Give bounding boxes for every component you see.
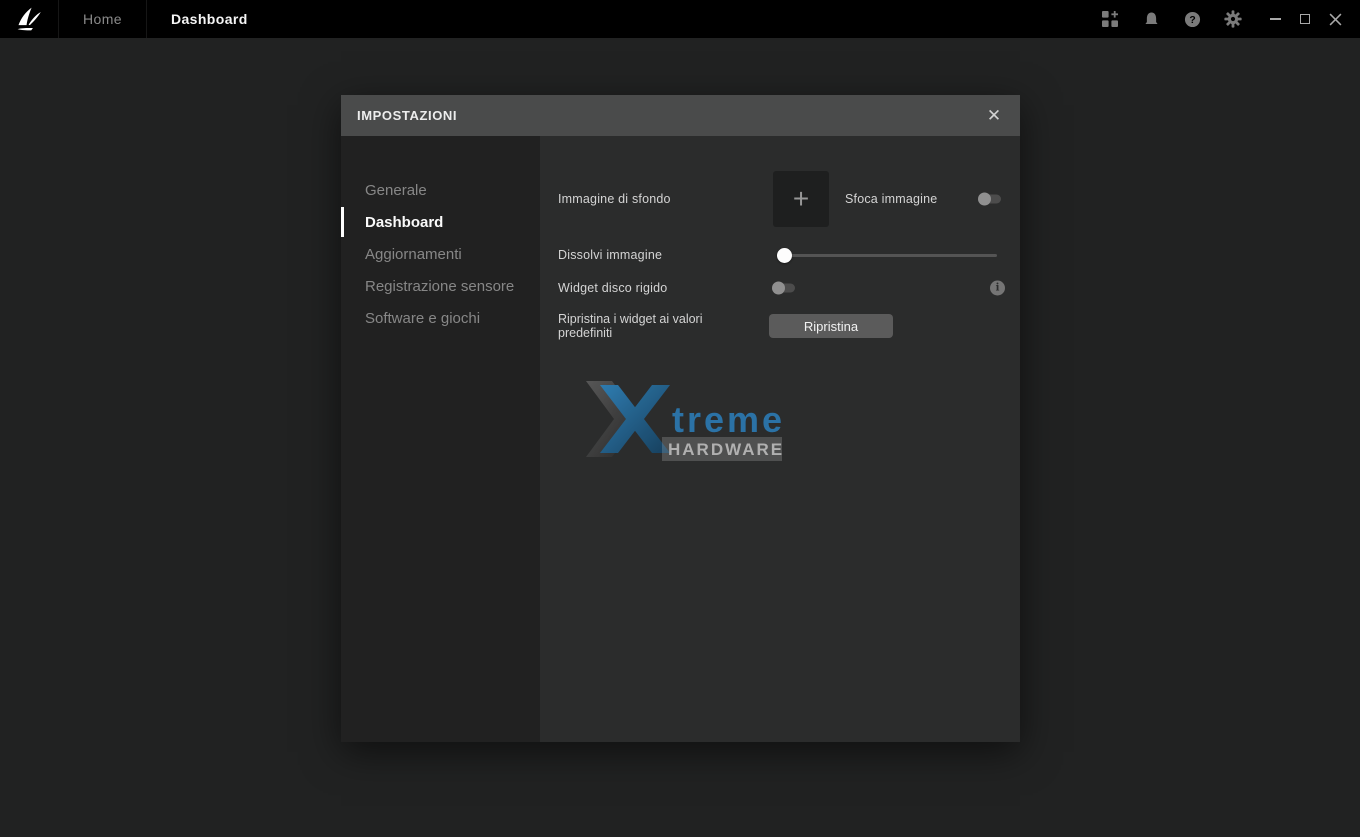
sidebar-item-registrazione-sensore[interactable]: Registrazione sensore [341, 270, 540, 302]
corsair-logo[interactable] [0, 5, 58, 33]
maximize-icon[interactable] [1294, 8, 1316, 30]
window-controls [1264, 8, 1346, 30]
fade-image-slider[interactable] [777, 247, 997, 263]
reset-widgets-label: Ripristina i widget ai valori predefinit… [558, 312, 718, 340]
settings-nav: Generale Dashboard Aggiornamenti Registr… [341, 174, 540, 334]
add-widget-icon[interactable] [1101, 10, 1119, 28]
notifications-bell-icon[interactable] [1142, 10, 1160, 28]
svg-text:?: ? [1189, 15, 1195, 26]
toggle-knob [772, 282, 785, 295]
watermark-hardware-text: HARDWARE [668, 440, 782, 459]
settings-gear-icon[interactable] [1224, 10, 1242, 28]
reset-widgets-button[interactable]: Ripristina [769, 314, 893, 338]
close-window-icon[interactable] [1324, 8, 1346, 30]
dialog-title: IMPOSTAZIONI [357, 108, 457, 123]
hdd-widget-label: Widget disco rigido [558, 281, 667, 295]
app-topbar: Home Dashboard [0, 0, 1360, 38]
watermark-treme-text: treme [672, 399, 782, 440]
dialog-body: Generale Dashboard Aggiornamenti Registr… [341, 136, 1020, 742]
minimize-icon[interactable] [1264, 8, 1286, 30]
slider-track [777, 254, 997, 257]
blur-image-toggle[interactable] [978, 193, 1001, 206]
blur-image-label: Sfoca immagine [845, 192, 937, 206]
background-image-label: Immagine di sfondo [558, 192, 671, 206]
fade-image-label: Dissolvi immagine [558, 248, 662, 262]
tab-dashboard[interactable]: Dashboard [147, 0, 272, 38]
sidebar-item-dashboard[interactable]: Dashboard [341, 206, 540, 238]
sidebar-item-software-e-giochi[interactable]: Software e giochi [341, 302, 540, 334]
xtreme-hardware-watermark: treme HARDWARE [578, 377, 782, 462]
sidebar-item-aggiornamenti[interactable]: Aggiornamenti [341, 238, 540, 270]
dialog-close-icon[interactable]: ✕ [978, 95, 1010, 136]
settings-sidebar: Generale Dashboard Aggiornamenti Registr… [341, 136, 540, 742]
dialog-header: IMPOSTAZIONI ✕ [341, 95, 1020, 136]
slider-thumb[interactable] [777, 248, 792, 263]
toggle-knob [978, 193, 991, 206]
add-background-image-button[interactable]: + [773, 171, 829, 227]
help-icon[interactable]: ? [1183, 10, 1201, 28]
settings-dialog: IMPOSTAZIONI ✕ Generale Dashboard Aggior… [341, 95, 1020, 742]
sidebar-item-generale[interactable]: Generale [341, 174, 540, 206]
hdd-widget-toggle[interactable] [772, 282, 795, 295]
info-icon[interactable]: i [990, 281, 1005, 296]
corsair-sails-icon [15, 5, 43, 33]
tab-home[interactable]: Home [59, 0, 146, 38]
settings-content: Immagine di sfondo + Sfoca immagine Diss… [540, 136, 1020, 742]
topbar-icon-group: ? [1101, 10, 1242, 28]
